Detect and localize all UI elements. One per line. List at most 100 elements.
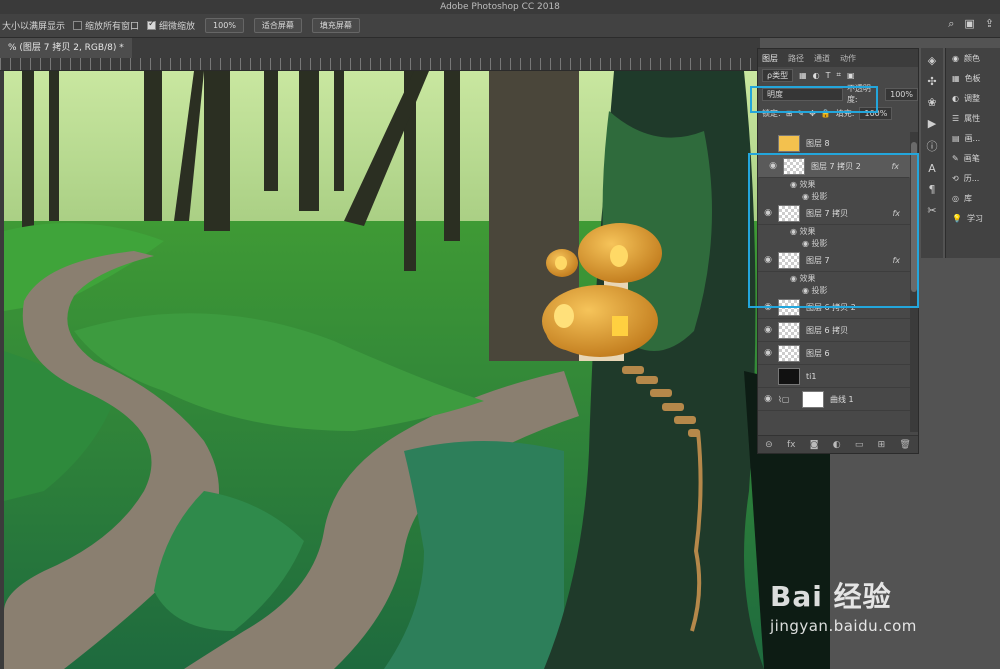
eye-icon[interactable]: ◉ [790,274,800,283]
drop-shadow-label: 投影 [811,191,828,201]
filter-smart-icon[interactable]: ▣ [847,71,855,80]
lock-paint-icon[interactable]: ✎ [797,109,804,118]
blend-row: 明度 不透明度: 100% [758,83,918,105]
baidu-watermark: Bai 经验 jingyan.baidu.com [770,575,917,635]
scrubby-zoom-checkbox[interactable]: 细微缩放 [147,19,195,32]
panel-icon-column: ◈ ✣ ❀ ▶ ⓘ A ¶ ✂ [921,48,943,258]
layers-list: 图层 8 ◉ 图层 7 拷贝 2 fx ◉ 效果 ◉ 投影 ◉ 图层 7 拷贝 … [758,132,910,432]
lock-row: 锁定: ⊞ ✎ ✥ 🔒 填充: 100% [758,105,918,121]
tab-layers[interactable]: 图层 [762,53,778,64]
new-layer-icon[interactable]: ⊞ [878,440,886,450]
eye-icon[interactable]: ◉ [790,180,800,189]
swatches-label: 色板 [964,73,981,83]
right-panel: ◉ 颜色 ▦ 色板 ◐ 调整 ☰ 属性 ▤ 画... ✎ 画笔 ⟲ 历... ◎ 库 💡 学习 [945,48,1000,258]
tab-paths[interactable]: 路径 [788,53,804,64]
eye-icon[interactable]: ◉ [758,208,778,218]
eye-icon[interactable]: ◉ [802,192,812,201]
libraries-item[interactable]: ◎ 库 [946,188,1000,208]
eye-icon[interactable]: ◉ [758,394,778,404]
zoom-100-button[interactable]: 100% [205,18,244,33]
filter-adjust-icon[interactable]: ◐ [813,71,820,80]
filter-shape-icon[interactable]: ⌗ [837,70,842,80]
share-icon[interactable]: ⇪ [985,17,994,31]
filter-type-icon[interactable]: T [826,71,831,80]
add-mask-icon[interactable]: ◙ [810,440,819,450]
layer-row-6[interactable]: ◉ 图层 6 [758,342,910,365]
layer-row-7-copy[interactable]: ◉ 图层 7 拷贝 fx [758,202,910,225]
effects-row[interactable]: ◉ 效果 [758,272,910,284]
layers-scrollbar[interactable] [910,132,918,432]
layer-filter-select[interactable]: ρ类型 [762,68,794,82]
layer-thumbnail [778,298,800,316]
lock-all-icon[interactable]: 🔒 [821,109,831,118]
blend-mode-select[interactable]: 明度 [762,87,843,101]
document-tab[interactable]: % (图层 7 拷贝 2, RGB/8) * [0,38,132,58]
drop-shadow-row[interactable]: ◉ 投影 [758,190,910,202]
learn-label: 学习 [966,213,983,223]
learn-icon: 💡 [952,213,962,223]
eye-icon[interactable]: ◉ [802,239,812,248]
drop-shadow-row[interactable]: ◉ 投影 [758,284,910,296]
layer-thumbnail [778,367,800,385]
fx-add-icon[interactable]: fx [787,440,796,450]
tools-icon[interactable]: ✂ [927,204,936,217]
info-icon[interactable]: ⓘ [927,138,938,154]
eye-icon[interactable]: ◉ [758,348,778,358]
layer-row-ti1[interactable]: ti1 [758,365,910,388]
search-icon[interactable]: ⌕ [948,17,954,31]
eye-icon[interactable]: ◉ [763,161,783,172]
layer-row-curves-1[interactable]: ◉ ⌇▢ 曲线 1 [758,388,910,411]
channels-icon[interactable]: ❀ [927,96,936,109]
eye-icon[interactable]: ◉ [758,302,778,312]
swatches-item[interactable]: ▦ 色板 [946,68,1000,88]
eye-icon[interactable]: ◉ [758,325,778,335]
zoom-all-windows-checkbox[interactable]: 缩放所有窗口 [73,19,139,32]
character-icon[interactable]: A [928,162,936,175]
tab-channels[interactable]: 通道 [814,53,830,64]
tab-actions[interactable]: 动作 [840,53,856,64]
eye-icon[interactable]: ◉ [790,227,800,236]
workspace-icon[interactable]: ▣ [964,17,974,31]
brush-settings-item[interactable]: ▤ 画... [946,128,1000,148]
layer-row-6-copy-2[interactable]: ◉ 图层 6 拷贝 2 [758,296,910,319]
fx-icon[interactable]: fx [892,256,900,265]
adjustments-item[interactable]: ◐ 调整 [946,88,1000,108]
layer-row-8[interactable]: 图层 8 [758,132,910,155]
new-group-icon[interactable]: ▭ [855,440,864,450]
opacity-input[interactable]: 100% [885,87,918,101]
properties-item[interactable]: ☰ 属性 [946,108,1000,128]
scrollbar-thumb[interactable] [911,142,917,292]
effects-label: 效果 [799,179,816,189]
color-item[interactable]: ◉ 颜色 [946,48,1000,68]
fill-input[interactable]: 100% [859,106,893,120]
lock-move-icon[interactable]: ✥ [809,109,816,118]
paths-icon[interactable]: ✣ [927,75,936,88]
paragraph-icon[interactable]: ¶ [929,183,936,196]
fx-icon[interactable]: fx [891,161,899,172]
learn-item[interactable]: 💡 学习 [946,208,1000,228]
eye-icon[interactable]: ◉ [802,286,812,295]
layer-row-7[interactable]: ◉ 图层 7 fx [758,249,910,272]
fx-icon[interactable]: fx [892,209,900,218]
filter-pixel-icon[interactable]: ▦ [799,71,807,80]
layer-name: 图层 6 拷贝 [806,325,849,335]
brushes-item[interactable]: ✎ 画笔 [946,148,1000,168]
adjustment-layer-icon[interactable]: ◐ [833,440,841,450]
lock-pixels-icon[interactable]: ⊞ [786,109,793,118]
history-item[interactable]: ⟲ 历... [946,168,1000,188]
layers-icon[interactable]: ◈ [928,54,936,67]
image-canvas[interactable] [4,71,830,669]
play-icon[interactable]: ▶ [928,117,936,130]
brush-settings-label: 画... [964,133,981,143]
layers-panel-footer: ⊝ fx ◙ ◐ ▭ ⊞ 🗑 [758,435,918,453]
trash-icon[interactable]: 🗑 [899,440,910,450]
drop-shadow-row[interactable]: ◉ 投影 [758,237,910,249]
layer-row-6-copy[interactable]: ◉ 图层 6 拷贝 [758,319,910,342]
eye-icon[interactable]: ◉ [758,255,778,265]
fit-screen-button[interactable]: 适合屏幕 [253,18,302,33]
layer-row-7-copy-2[interactable]: ◉ 图层 7 拷贝 2 fx [758,155,910,178]
effects-row[interactable]: ◉ 效果 [758,178,910,190]
fill-screen-button[interactable]: 填充屏幕 [311,18,360,33]
link-layers-icon[interactable]: ⊝ [765,440,773,450]
effects-row[interactable]: ◉ 效果 [758,225,910,237]
